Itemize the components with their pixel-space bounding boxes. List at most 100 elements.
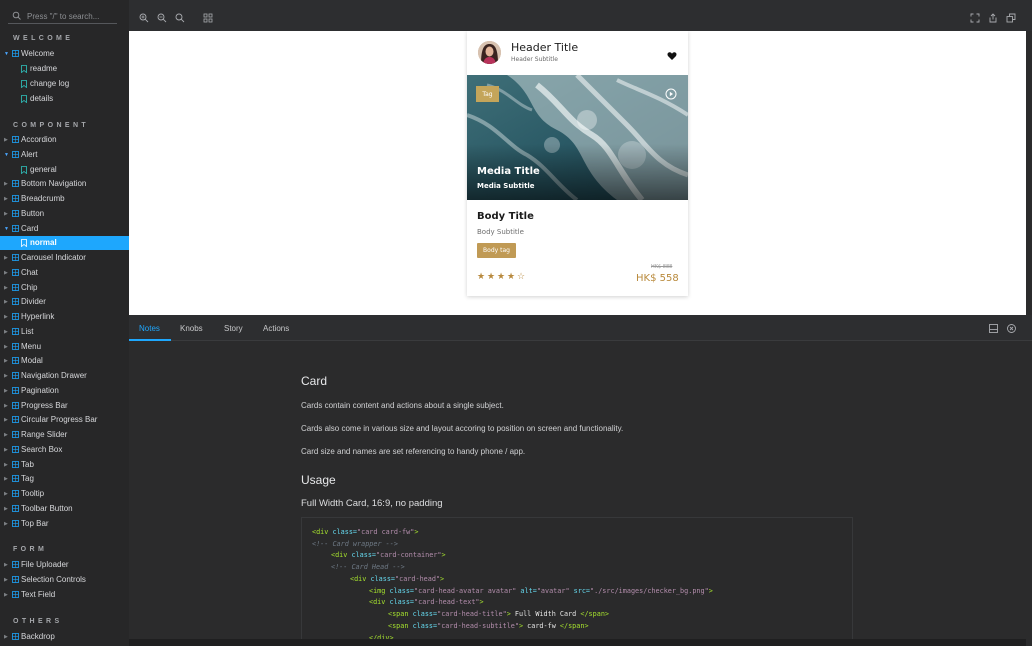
component-icon	[12, 386, 19, 394]
sidebar-item-tab[interactable]: ▶ Tab	[0, 458, 129, 472]
star-filled-icon[interactable]: ★	[507, 273, 516, 282]
zoom-reset-icon[interactable]	[175, 13, 185, 23]
share-icon[interactable]	[988, 13, 998, 23]
tab-story[interactable]: Story	[224, 315, 243, 341]
component-icon	[12, 561, 19, 568]
star-outline-icon[interactable]: ☆	[517, 273, 526, 282]
caret-right-icon: ▶	[4, 417, 8, 424]
heart-icon[interactable]	[667, 46, 677, 60]
sidebar-item-label: Selection Controls	[21, 574, 86, 584]
copy-link-icon[interactable]	[1006, 13, 1016, 23]
code-line: <div class="card-head-text">	[369, 598, 484, 606]
component-icon	[12, 372, 19, 379]
media-tag: Tag	[476, 86, 499, 102]
star-filled-icon[interactable]: ★	[497, 273, 506, 282]
code-block: <div class="card card-fw"> <!-- Card wra…	[301, 517, 853, 646]
sidebar-item-label: Tab	[21, 459, 34, 469]
caret-right-icon: ▶	[4, 284, 8, 291]
addons-tabbar: Notes Knobs Story Actions	[129, 315, 1032, 341]
section-title-form: FORM	[13, 546, 48, 553]
play-circle-icon[interactable]	[665, 85, 677, 100]
sidebar-item-readme[interactable]: readme	[0, 62, 129, 76]
media-subtitle: Media Subtitle	[477, 182, 535, 190]
code-line: <!-- Card wrapper -->	[312, 540, 398, 548]
sidebar-item-search-box[interactable]: ▶ Search Box	[0, 443, 129, 457]
sidebar-item-breadcrumb[interactable]: ▶ Breadcrumb	[0, 192, 129, 206]
search-box[interactable]: Press "/" to search...	[8, 5, 117, 24]
sidebar-item-chat[interactable]: ▶ Chat	[0, 266, 129, 280]
sidebar-item-button[interactable]: ▶ Button	[0, 207, 129, 221]
sidebar-item-tooltip[interactable]: ▶ Tooltip	[0, 487, 129, 501]
star-filled-icon[interactable]: ★	[487, 273, 496, 282]
card-header-title: Header Title	[511, 41, 579, 54]
close-panel-icon[interactable]	[1007, 324, 1016, 333]
sidebar-item-backdrop[interactable]: ▶ Backdrop	[0, 630, 129, 644]
component-icon	[12, 313, 19, 320]
component-icon	[12, 254, 19, 261]
sidebar-item-label: Bottom Navigation	[21, 179, 87, 189]
sidebar-item-top-bar[interactable]: ▶ Top Bar	[0, 517, 129, 531]
sidebar-item-list[interactable]: ▶ List	[0, 325, 129, 339]
zoom-out-icon[interactable]	[157, 13, 167, 23]
sidebar-item-details[interactable]: details	[0, 92, 129, 106]
star-filled-icon[interactable]: ★	[477, 273, 486, 282]
sidebar-item-navigation-drawer[interactable]: ▶ Navigation Drawer	[0, 369, 129, 383]
sidebar-item-divider[interactable]: ▶ Divider	[0, 295, 129, 309]
star-rating[interactable]: ★ ★ ★ ★ ☆	[477, 273, 526, 282]
sidebar-item-label: Top Bar	[21, 518, 49, 528]
addons-panel: Notes Knobs Story Actions Card Cards con…	[129, 315, 1032, 646]
sidebar-item-range-slider[interactable]: ▶ Range Slider	[0, 428, 129, 442]
caret-right-icon: ▶	[4, 328, 8, 335]
section-title-welcome: WELCOME	[13, 35, 74, 42]
sidebar-item-alert[interactable]: ▼ Alert	[0, 148, 129, 162]
caret-right-icon: ▶	[4, 373, 8, 379]
sidebar-item-card[interactable]: ▼ Card	[0, 222, 129, 236]
sidebar-item-welcome[interactable]: ▼ Welcome	[0, 47, 129, 61]
sidebar-item-selection-controls[interactable]: ▶ Selection Controls	[0, 573, 129, 587]
sidebar-item-pagination[interactable]: ▶ Pagination	[0, 384, 129, 398]
sidebar-item-text-field[interactable]: ▶ Text Field	[0, 588, 129, 602]
sidebar-item-chip[interactable]: ▶ Chip	[0, 281, 129, 295]
component-icon	[12, 298, 19, 306]
caret-right-icon: ▶	[4, 476, 8, 483]
sidebar-item-bottom-navigation[interactable]: ▶ Bottom Navigation	[0, 177, 129, 191]
sidebar-item-modal[interactable]: ▶ Modal	[0, 354, 129, 368]
sidebar: Press "/" to search... WELCOME ▼ Welcome…	[0, 0, 129, 646]
component-icon	[12, 150, 19, 158]
zoom-in-icon[interactable]	[139, 13, 149, 23]
code-line: <span class="card-head-subtitle"> card-f…	[388, 622, 589, 630]
bookmark-icon	[21, 80, 27, 89]
tab-actions[interactable]: Actions	[263, 315, 289, 341]
sidebar-item-label: general	[30, 164, 57, 174]
sidebar-item-label: List	[21, 326, 34, 336]
card-body-subtitle: Body Subtitle	[477, 228, 524, 236]
sidebar-item-file-uploader[interactable]: ▶ File Uploader	[0, 558, 129, 572]
sidebar-item-accordion[interactable]: ▶ Accordion	[0, 133, 129, 147]
sidebar-item-general[interactable]: general	[0, 163, 129, 177]
grid-icon[interactable]	[203, 13, 213, 23]
sidebar-item-label: readme	[30, 64, 58, 73]
fullscreen-icon[interactable]	[970, 13, 980, 23]
sidebar-item-change-log[interactable]: change log	[0, 77, 129, 91]
sidebar-item-carousel-indicator[interactable]: ▶ Carousel Indicator	[0, 251, 129, 265]
component-icon	[12, 401, 19, 409]
code-line: <span class="card-head-title"> Full Widt…	[388, 610, 610, 618]
sidebar-item-circular-progress-bar[interactable]: ▶ Circular Progress Bar	[0, 413, 129, 427]
tab-notes[interactable]: Notes	[129, 315, 171, 341]
panel-layout-icon[interactable]	[989, 324, 998, 333]
sidebar-item-hyperlink[interactable]: ▶ Hyperlink	[0, 310, 129, 324]
sidebar-item-label: Tooltip	[21, 489, 45, 498]
card-component[interactable]: Header Title Header Subtitle Tag Media T…	[467, 31, 688, 296]
sidebar-item-progress-bar[interactable]: ▶ Progress Bar	[0, 399, 129, 413]
component-icon	[12, 416, 19, 424]
bookmark-icon	[21, 239, 27, 248]
component-icon	[12, 590, 19, 598]
component-icon	[12, 342, 19, 350]
sidebar-item-toolbar-button[interactable]: ▶ Toolbar Button	[0, 502, 129, 516]
sidebar-item-normal[interactable]: normal	[0, 236, 129, 251]
bookmark-icon	[21, 95, 27, 104]
tab-knobs[interactable]: Knobs	[180, 315, 203, 341]
sidebar-item-tag[interactable]: ▶ Tag	[0, 472, 129, 486]
sidebar-item-menu[interactable]: ▶ Menu	[0, 340, 129, 354]
usage-heading: Usage	[301, 473, 336, 487]
